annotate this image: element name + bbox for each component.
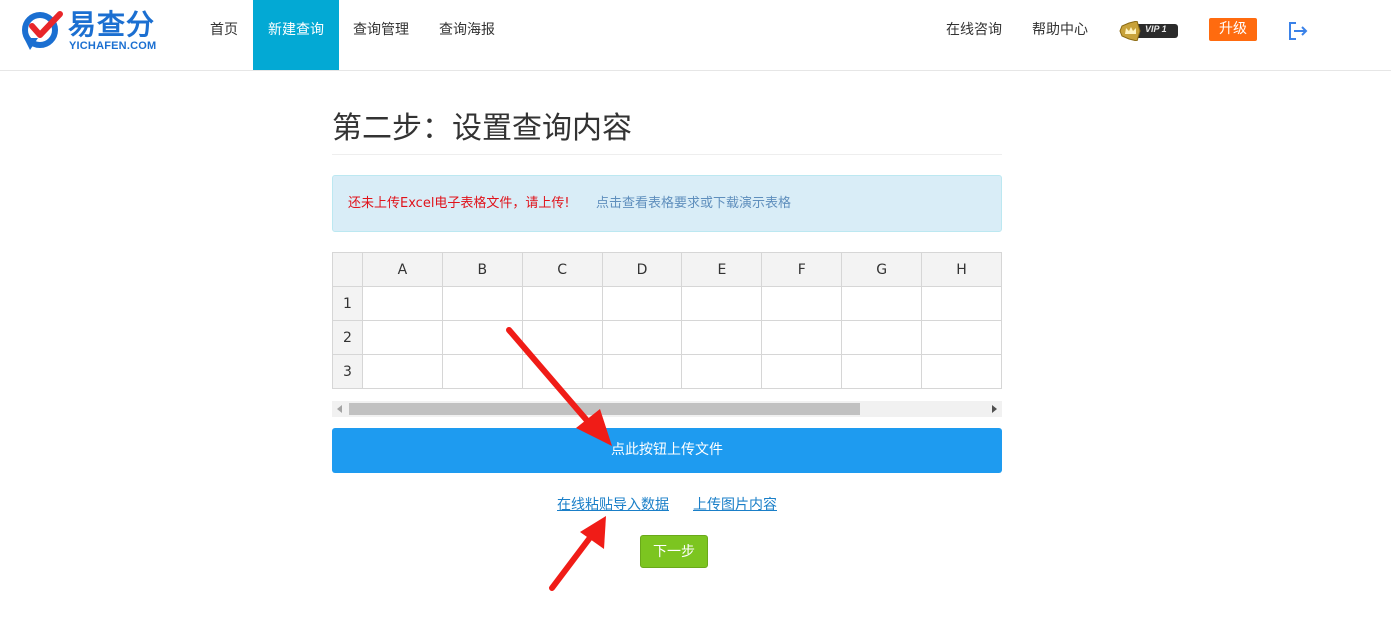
paste-import-link[interactable]: 在线粘贴导入数据 bbox=[557, 494, 669, 514]
grid-cell bbox=[761, 354, 843, 389]
upgrade-button[interactable]: 升级 bbox=[1209, 18, 1257, 41]
grid-cell bbox=[921, 320, 1002, 355]
corner-cell bbox=[332, 252, 363, 287]
red-arrow-icon bbox=[549, 516, 606, 591]
scroll-left-arrow-icon[interactable] bbox=[337, 405, 342, 413]
grid-cell bbox=[681, 320, 763, 355]
logo-domain: YICHAFEN.COM bbox=[69, 40, 157, 52]
row-header: 2 bbox=[332, 320, 363, 355]
grid-cell bbox=[841, 286, 923, 321]
grid-cell bbox=[841, 354, 923, 389]
column-header: D bbox=[601, 252, 683, 287]
grid-cell bbox=[761, 320, 843, 355]
column-header: C bbox=[521, 252, 603, 287]
grid-cell bbox=[841, 320, 923, 355]
grid-cell bbox=[521, 320, 603, 355]
column-header: F bbox=[761, 252, 843, 287]
upload-file-button[interactable]: 点此按钮上传文件 bbox=[332, 428, 1002, 473]
grid-cell bbox=[601, 320, 683, 355]
grid-cell bbox=[601, 354, 683, 389]
alert-warning-text: 还未上传Excel电子表格文件，请上传! bbox=[348, 196, 570, 211]
upload-image-link[interactable]: 上传图片内容 bbox=[693, 494, 777, 514]
grid-cell bbox=[681, 354, 763, 389]
top-header: 易查分 YICHAFEN.COM 首页 新建查询 查询管理 查询海报 在线咨询 … bbox=[0, 0, 1391, 71]
grid-cell bbox=[921, 354, 1002, 389]
grid-cell bbox=[441, 354, 523, 389]
nav-query-poster[interactable]: 查询海报 bbox=[430, 0, 504, 70]
title-divider bbox=[332, 154, 1002, 155]
next-step-button[interactable]: 下一步 bbox=[640, 535, 708, 568]
grid-cell bbox=[361, 354, 443, 389]
logo-check-icon bbox=[22, 11, 63, 50]
logo-text: 易查分 bbox=[68, 8, 156, 41]
row-header: 1 bbox=[332, 286, 363, 321]
grid-cell bbox=[441, 320, 523, 355]
table-requirements-link[interactable]: 点击查看表格要求或下载演示表格 bbox=[596, 176, 791, 231]
vip-badge[interactable]: VIP 1 bbox=[1119, 20, 1179, 42]
nav-new-query[interactable]: 新建查询 bbox=[253, 0, 339, 70]
column-header: E bbox=[681, 252, 763, 287]
nav-home[interactable]: 首页 bbox=[196, 0, 252, 70]
page-title: 第二步：设置查询内容 bbox=[332, 111, 632, 146]
scroll-right-arrow-icon[interactable] bbox=[992, 405, 997, 413]
grid-cell bbox=[441, 286, 523, 321]
grid-cell bbox=[361, 320, 443, 355]
grid-cell bbox=[601, 286, 683, 321]
vip-label: VIP 1 bbox=[1145, 24, 1167, 34]
logout-button[interactable] bbox=[1287, 20, 1309, 42]
site-logo[interactable]: 易查分 YICHAFEN.COM bbox=[20, 6, 160, 58]
online-consult-link[interactable]: 在线咨询 bbox=[946, 0, 1002, 60]
column-header: G bbox=[841, 252, 923, 287]
grid-cell bbox=[521, 286, 603, 321]
grid-cell bbox=[761, 286, 843, 321]
help-center-link[interactable]: 帮助中心 bbox=[1032, 0, 1088, 60]
horizontal-scrollbar[interactable] bbox=[332, 401, 1002, 417]
spreadsheet-preview: A B C D E F G H 1 2 3 bbox=[332, 252, 1002, 392]
scrollbar-thumb[interactable] bbox=[349, 403, 860, 415]
grid-cell bbox=[361, 286, 443, 321]
grid-cell bbox=[921, 286, 1002, 321]
column-header: B bbox=[441, 252, 523, 287]
nav-query-manage[interactable]: 查询管理 bbox=[344, 0, 418, 70]
grid-cell bbox=[521, 354, 603, 389]
column-header: H bbox=[921, 252, 1002, 287]
row-header: 3 bbox=[332, 354, 363, 389]
logout-icon bbox=[1289, 22, 1308, 40]
column-header: A bbox=[361, 252, 443, 287]
upload-alert: 还未上传Excel电子表格文件，请上传! 点击查看表格要求或下载演示表格 bbox=[332, 175, 1002, 232]
grid-cell bbox=[681, 286, 763, 321]
